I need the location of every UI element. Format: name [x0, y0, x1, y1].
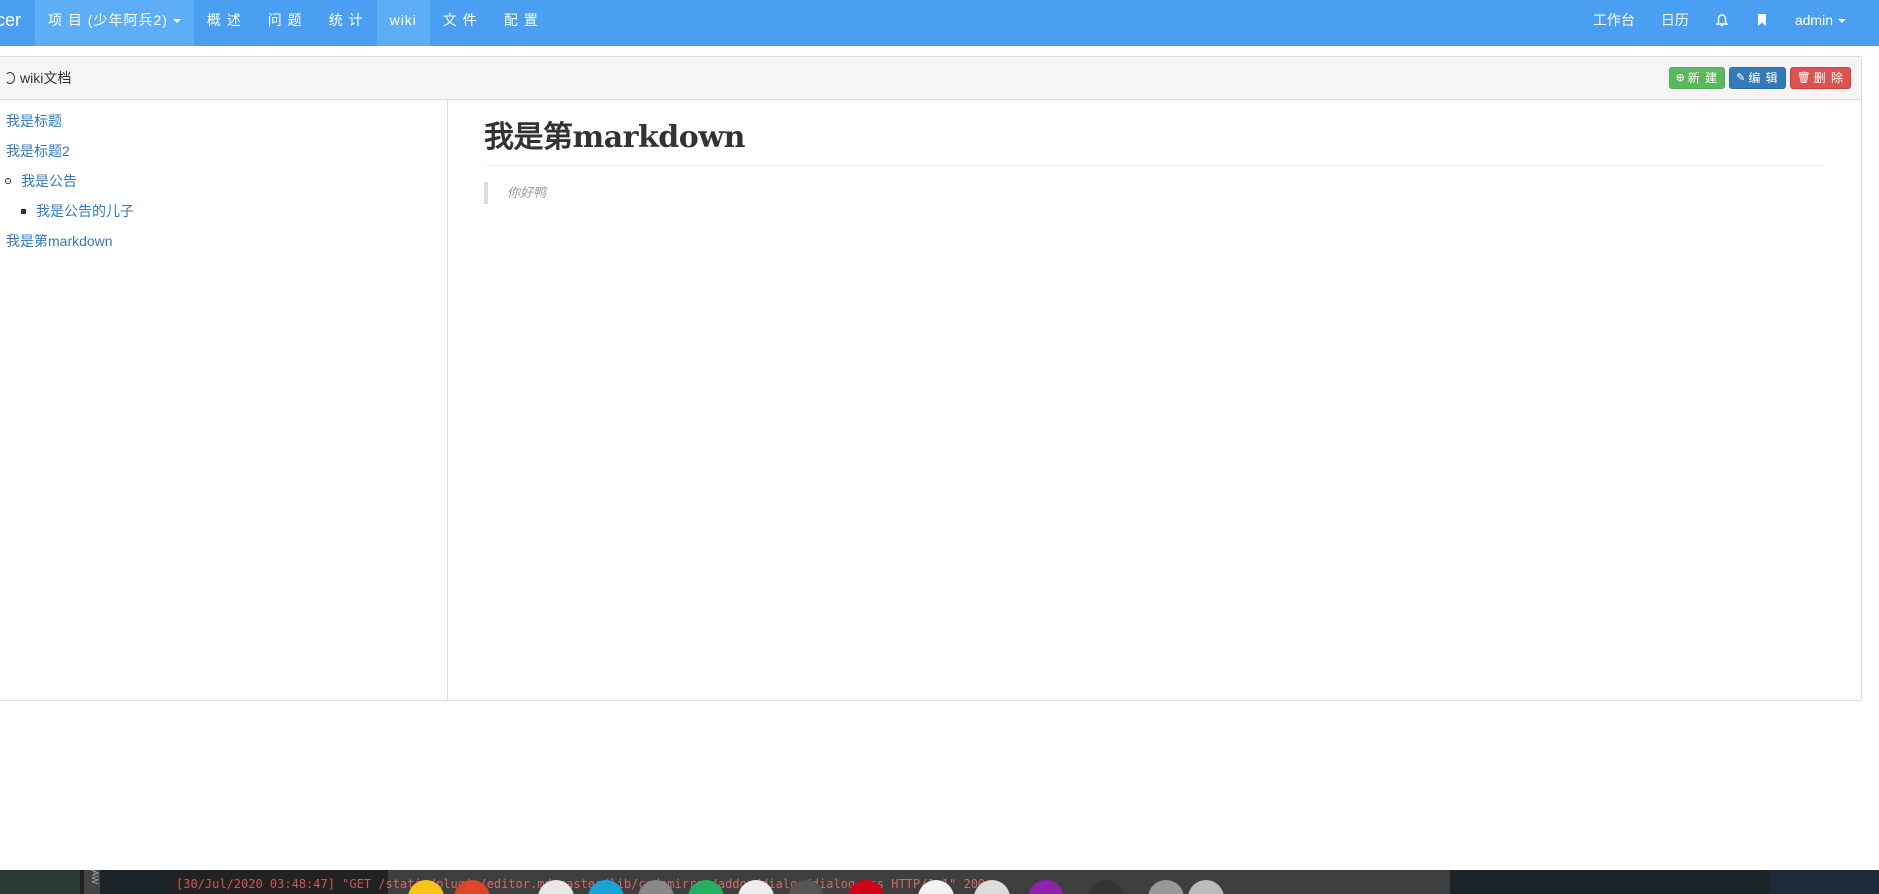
bookmark-icon — [1755, 0, 1769, 40]
circle-bullet-icon — [5, 178, 11, 184]
nav-calendar[interactable]: 日历 — [1648, 0, 1702, 46]
nav-wiki[interactable]: wiki — [376, 0, 430, 46]
dock-app-icon[interactable] — [738, 880, 774, 894]
dock-app-icon[interactable] — [638, 880, 674, 894]
panel-title-text: wiki文档 — [20, 70, 72, 86]
nav-workbench[interactable]: 工作台 — [1580, 0, 1648, 46]
nav-project-dropdown[interactable]: 项 目 (少年阿兵2) — [35, 0, 194, 46]
desktop-wallpaper-strip — [1770, 870, 1879, 894]
nav-files[interactable]: 文 件 — [430, 0, 491, 46]
user-name: admin — [1794, 12, 1833, 28]
tree-item[interactable]: 我是标题2 — [0, 136, 447, 166]
os-taskbar: AW [30/Jul/2020 03:48:47] "GET /static/p… — [0, 870, 1879, 894]
user-menu-dropdown[interactable]: admin — [1782, 0, 1859, 46]
panel-body: 我是标题 我是标题2 我是公告 我是公告的儿子 我是第markdown 我是第m… — [0, 100, 1861, 700]
nav-right: 工作台 日历 admin — [1580, 0, 1879, 46]
dock-app-icon[interactable] — [848, 880, 884, 894]
dock-app-icon[interactable] — [1188, 880, 1224, 894]
nav-issues[interactable]: 问 题 — [255, 0, 316, 46]
new-button-label: 新 建 — [1687, 71, 1719, 85]
nav-stats[interactable]: 统 计 — [316, 0, 377, 46]
delete-button-label: 删 除 — [1813, 71, 1844, 85]
dock-app-icon[interactable] — [918, 880, 954, 894]
dock-app-icon[interactable] — [1028, 880, 1064, 894]
dock-app-icon[interactable] — [1148, 880, 1184, 894]
edit-button-label: 编 辑 — [1748, 71, 1779, 85]
top-navbar: cer 项 目 (少年阿兵2) 概 述 问 题 统 计 wiki 文 件 配 置… — [0, 0, 1879, 46]
desktop-wallpaper-strip — [0, 870, 80, 894]
panel-actions: ⊕ 新 建 ✎ 编 辑 🗑 删 除 — [1668, 67, 1851, 89]
nav-settings-label: 配 置 — [503, 12, 539, 28]
nav-files-label: 文 件 — [442, 12, 478, 28]
book-icon — [5, 72, 15, 84]
brand-logo[interactable]: cer — [0, 0, 35, 46]
chevron-down-icon — [172, 19, 181, 23]
nav-calendar-label: 日历 — [1660, 12, 1689, 28]
wiki-panel: wiki文档 ⊕ 新 建 ✎ 编 辑 🗑 删 除 我是标题 我是标题2 我是公告 — [0, 56, 1862, 701]
document-title: 我是第markdown — [484, 110, 1825, 166]
nav-stats-label: 统 计 — [328, 12, 364, 28]
document-blockquote: 你好鸭 — [484, 182, 1825, 204]
dock-app-icon[interactable] — [1088, 880, 1124, 894]
nav-project-label: 项 目 (少年阿兵2) — [48, 12, 168, 28]
panel-heading: wiki文档 ⊕ 新 建 ✎ 编 辑 🗑 删 除 — [0, 57, 1861, 100]
dock-app-icon[interactable] — [974, 880, 1010, 894]
chevron-down-icon — [1838, 19, 1846, 23]
dock — [388, 870, 1450, 894]
nav-settings[interactable]: 配 置 — [491, 0, 552, 46]
tree-item[interactable]: 我是公告的儿子 — [0, 196, 447, 226]
tree-item-label: 我是公告 — [21, 173, 77, 189]
nav-issues-label: 问 题 — [267, 12, 303, 28]
notifications-button[interactable] — [1702, 0, 1742, 46]
tree-item-label: 我是公告的儿子 — [36, 203, 134, 219]
bookmarks-button[interactable] — [1742, 0, 1782, 46]
aws-sidebar-tab[interactable]: AW — [84, 870, 100, 894]
dock-app-icon[interactable] — [538, 880, 574, 894]
document-content: 我是第markdown 你好鸭 — [448, 100, 1861, 700]
dock-app-icon[interactable] — [588, 880, 624, 894]
panel-title: wiki文档 — [5, 68, 71, 88]
nav-overview-label: 概 述 — [206, 12, 242, 28]
plus-circle-icon: ⊕ — [1675, 72, 1686, 84]
dock-app-icon[interactable] — [688, 880, 724, 894]
tree-item[interactable]: 我是标题 — [0, 106, 447, 136]
tree-item[interactable]: 我是公告 — [0, 166, 447, 196]
dock-app-icon[interactable] — [454, 880, 490, 894]
nav-workbench-label: 工作台 — [1592, 12, 1635, 28]
nav-left: cer 项 目 (少年阿兵2) 概 述 问 题 统 计 wiki 文 件 配 置 — [0, 0, 552, 46]
new-button[interactable]: ⊕ 新 建 — [1668, 67, 1726, 89]
dock-app-icon[interactable] — [788, 880, 824, 894]
trash-icon: 🗑 — [1796, 72, 1812, 84]
tree-item[interactable]: 我是第markdown — [0, 226, 447, 256]
nav-wiki-label: wiki — [389, 12, 417, 28]
nav-overview[interactable]: 概 述 — [194, 0, 255, 46]
dock-app-icon[interactable] — [408, 880, 444, 894]
wiki-tree: 我是标题 我是标题2 我是公告 我是公告的儿子 我是第markdown — [0, 100, 448, 700]
square-bullet-icon — [21, 209, 26, 214]
delete-button[interactable]: 🗑 删 除 — [1789, 67, 1851, 89]
bell-icon — [1715, 0, 1729, 40]
edit-button[interactable]: ✎ 编 辑 — [1729, 67, 1786, 89]
edit-icon: ✎ — [1736, 72, 1747, 84]
